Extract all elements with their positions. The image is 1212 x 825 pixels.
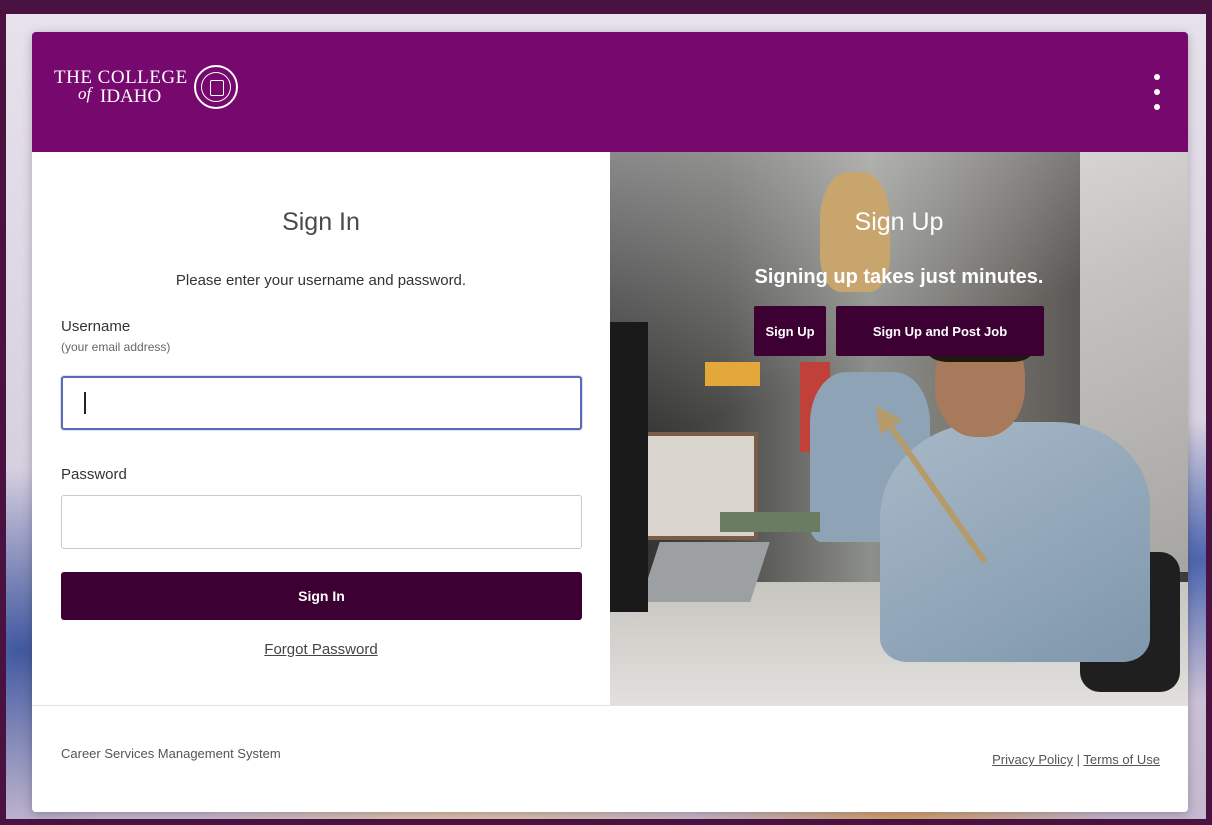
terms-of-use-link[interactable]: Terms of Use [1083,752,1160,767]
background-photo-object [705,362,760,386]
sign-in-panel: Sign In Please enter your username and p… [32,152,610,705]
logo-line1: THE COLLEGE [54,67,188,88]
logo-of: of [78,84,92,103]
kebab-dot [1154,74,1160,80]
background-photo-person [880,422,1150,662]
sign-up-subtitle: Signing up takes just minutes. [754,266,1044,288]
sign-up-button[interactable]: Sign Up [754,306,826,356]
sign-in-subtitle: Please enter your username and password. [175,272,467,289]
password-input[interactable] [61,495,582,549]
logo-idaho: IDAHO [100,86,162,107]
footer-separator: | [1076,752,1081,767]
background-photo-books [720,512,820,532]
sign-up-and-post-job-button[interactable]: Sign Up and Post Job [836,306,1044,356]
text-caret [84,392,86,414]
kebab-dot [1154,89,1160,95]
background-photo-monitor [610,322,648,612]
password-label: Password [61,466,127,483]
login-card: THE COLLEGE of IDAHO Sign In Please ente… [32,32,1188,812]
footer-links: Privacy Policy | Terms of Use [992,752,1160,767]
site-header: THE COLLEGE of IDAHO [32,32,1188,152]
logo-line2: of IDAHO [54,84,188,107]
logo-text: THE COLLEGE of IDAHO [54,68,188,106]
username-input[interactable] [61,376,582,430]
username-label: Username [61,318,131,335]
sign-up-title: Sign Up [854,208,944,236]
footer-system-name: Career Services Management System [61,746,281,761]
page-footer: Career Services Management System Privac… [32,705,1188,812]
background-photo-laptop [640,542,770,602]
college-seal-icon [193,65,238,109]
college-logo[interactable]: THE COLLEGE of IDAHO [54,52,274,122]
kebab-dot [1154,104,1160,110]
kebab-menu-icon[interactable] [1150,74,1164,110]
sign-up-panel: Sign Up Signing up takes just minutes. S… [610,152,1188,705]
privacy-policy-link[interactable]: Privacy Policy [992,752,1073,767]
username-hint: (your email address) [61,340,171,354]
forgot-password-link[interactable]: Forgot Password [32,641,610,658]
sign-in-title: Sign In [282,208,360,236]
sign-up-buttons: Sign Up Sign Up and Post Job [610,306,1188,356]
sign-in-button[interactable]: Sign In [61,572,582,620]
